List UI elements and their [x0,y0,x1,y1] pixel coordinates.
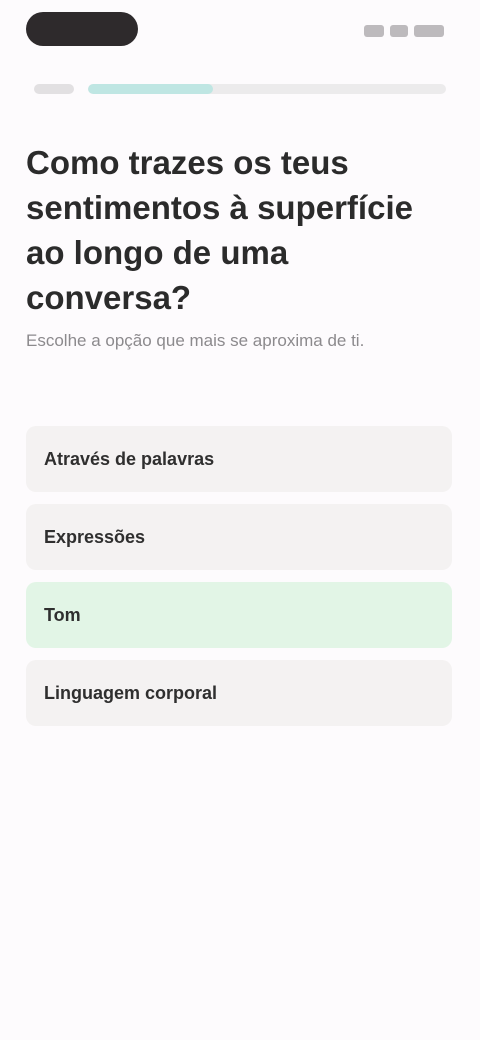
option-label: Linguagem corporal [44,682,218,703]
option-label: Expressões [44,526,146,547]
back-icon[interactable] [34,84,74,94]
option-expressions[interactable]: Expressões [26,504,452,570]
progress-header [34,84,446,94]
question-subtitle: Escolhe a opção que mais se aproxima de … [26,331,365,350]
progress-bar [88,84,446,94]
progress-fill [88,84,214,94]
wifi-icon [390,25,408,37]
option-words[interactable]: Através de palavras [26,426,452,492]
option-tone[interactable]: Tom [26,582,452,648]
status-pill [26,12,138,46]
option-body-language[interactable]: Linguagem corporal [26,660,452,726]
options-list: Através de palavras Expressões Tom Lingu… [26,426,452,738]
question-title: Como trazes os teus sentimentos à superf… [26,144,413,316]
status-icons [358,24,444,38]
signal-icon [364,25,384,37]
battery-icon [414,25,444,37]
status-bar [0,0,480,64]
option-label: Tom [44,604,81,625]
option-label: Através de palavras [44,448,215,469]
